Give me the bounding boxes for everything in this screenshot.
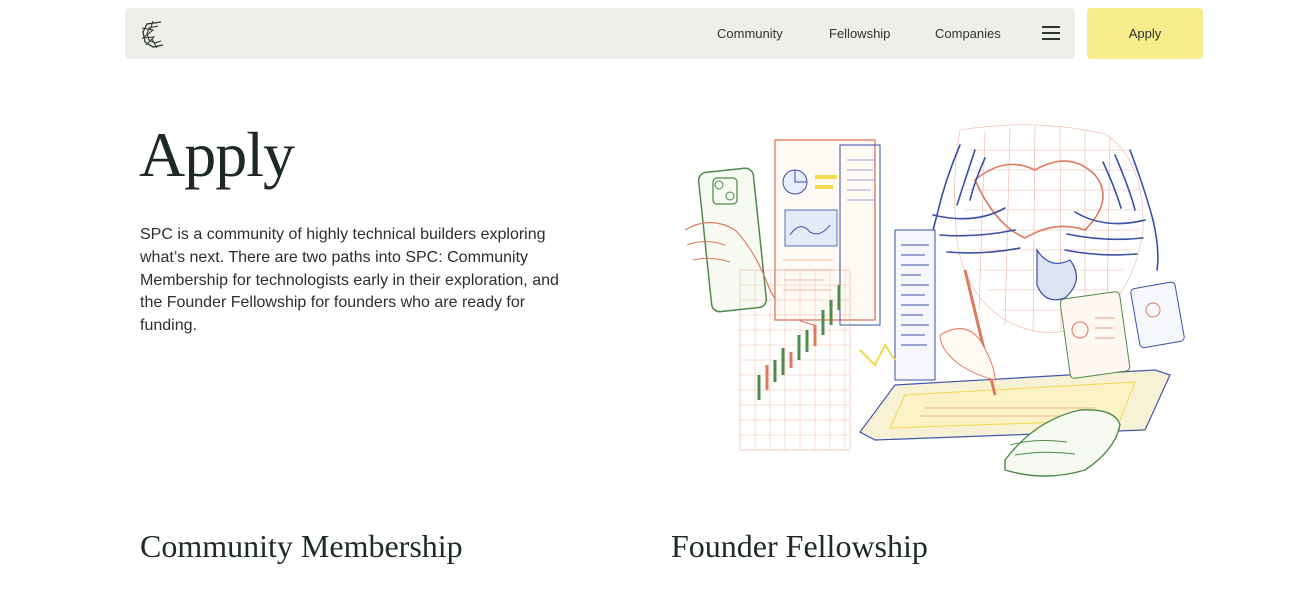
menu-line — [1042, 38, 1060, 40]
community-membership-heading: Community Membership — [140, 528, 463, 564]
hamburger-menu-icon[interactable] — [1042, 26, 1060, 40]
phone-sketch — [697, 167, 768, 313]
yellow-zigzag-stroke — [859, 343, 896, 367]
top-navbar: Community Fellowship Companies — [125, 8, 1075, 59]
document-panel-sketch — [774, 139, 881, 326]
pencil-hand-outline — [939, 328, 996, 381]
orange-headband-stroke — [974, 160, 1104, 239]
founder-fellowship-heading: Founder Fellowship — [671, 528, 928, 564]
apply-button[interactable]: Apply — [1087, 8, 1203, 59]
menu-line — [1042, 32, 1060, 34]
profile-cards-sketch — [1059, 281, 1185, 379]
page-title: Apply — [139, 119, 295, 190]
blue-hands-sketch — [924, 144, 1159, 271]
nav-link-fellowship[interactable]: Fellowship — [829, 8, 890, 59]
nav-link-companies[interactable]: Companies — [935, 8, 1001, 59]
blue-chin-shape — [1036, 247, 1077, 301]
intro-paragraph: SPC is a community of highly technical b… — [140, 226, 559, 335]
menu-line — [1042, 26, 1060, 28]
nav-link-community[interactable]: Community — [717, 8, 783, 59]
hero-sketch-illustration — [684, 124, 1185, 477]
spc-logo-icon[interactable] — [139, 18, 167, 50]
monitor-sketch — [894, 229, 936, 381]
